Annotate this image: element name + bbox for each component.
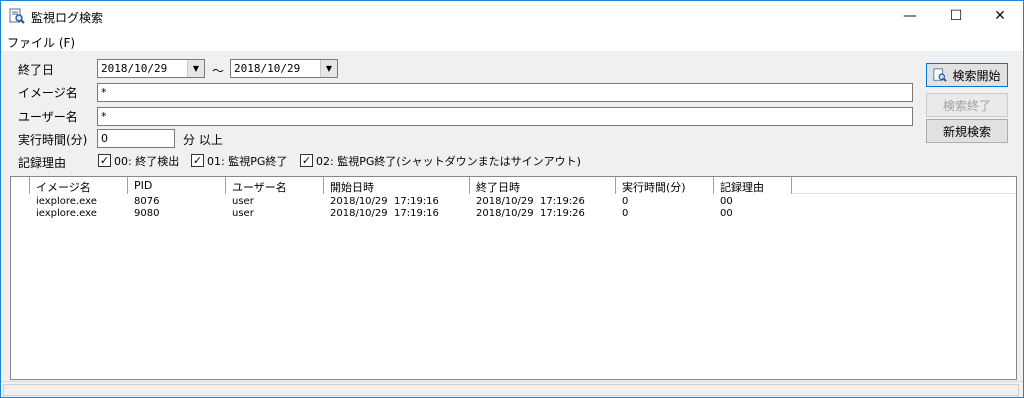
close-button[interactable]: ✕ (977, 1, 1023, 31)
column-header[interactable]: 終了日時 (470, 177, 616, 194)
end-date-from-picker[interactable]: 2018/10/29 ▼ (97, 59, 205, 78)
search-end-label: 検索終了 (942, 98, 991, 113)
menu-file[interactable]: ファイル (F) (7, 34, 75, 51)
reason-01-checkbox[interactable]: ✓ (191, 154, 204, 167)
end-date-label: 終了日 (18, 63, 55, 77)
results-table[interactable]: イメージ名 PID ユーザー名 開始日時 終了日時 実行時間(分) 記録理由 i… (10, 176, 1017, 380)
search-document-icon (933, 68, 948, 82)
chevron-down-icon[interactable]: ▼ (320, 60, 337, 77)
cell-user: user (232, 208, 254, 219)
reason-02-label: 02: 監視PG終了(シャットダウンまたはサインアウト) (316, 155, 581, 168)
user-name-input[interactable]: * (97, 107, 913, 126)
exec-time-suffix: 分 以上 (183, 133, 223, 147)
maximize-button[interactable]: ☐ (933, 1, 979, 31)
table-row[interactable]: iexplore.exe 9080 user 2018/10/29 17:19:… (11, 208, 1016, 220)
reason-01-label: 01: 監視PG終了 (207, 155, 288, 168)
table-header: イメージ名 PID ユーザー名 開始日時 終了日時 実行時間(分) 記録理由 (11, 177, 1016, 194)
cell-image-name: iexplore.exe (36, 208, 97, 219)
new-search-label: 新規検索 (942, 124, 991, 139)
column-header[interactable]: 実行時間(分) (616, 177, 714, 194)
menu-bar: ファイル (F) (1, 31, 1023, 51)
reason-label: 記録理由 (18, 156, 67, 170)
column-header[interactable]: 開始日時 (324, 177, 470, 194)
cell-exec-time: 0 (622, 208, 629, 219)
search-end-button[interactable]: 検索終了 (926, 93, 1008, 117)
minimize-button[interactable]: — (887, 1, 933, 31)
column-header[interactable]: PID (128, 177, 226, 194)
main-window: 監視ログ検索 — ☐ ✕ ファイル (F) 終了日 2018/10/29 ▼ ～… (0, 0, 1024, 398)
cell-pid: 9080 (134, 208, 160, 219)
cell-reason: 00 (720, 208, 733, 219)
end-date-to-picker[interactable]: 2018/10/29 ▼ (230, 59, 338, 78)
search-form: 終了日 2018/10/29 ▼ ～ 2018/10/29 ▼ イメージ名 * … (1, 51, 1023, 175)
title-bar[interactable]: 監視ログ検索 — ☐ ✕ (1, 1, 1023, 31)
table-row[interactable]: iexplore.exe 8076 user 2018/10/29 17:19:… (11, 196, 1016, 208)
reason-00-checkbox[interactable]: ✓ (98, 154, 111, 167)
new-search-button[interactable]: 新規検索 (926, 119, 1008, 143)
user-name-value: * (101, 110, 107, 123)
reason-00-label: 00: 終了検出 (114, 155, 180, 168)
cell-exec-time: 0 (622, 196, 629, 207)
image-name-value: * (101, 86, 107, 99)
exec-time-value: 0 (101, 132, 108, 145)
column-header[interactable]: 記録理由 (714, 177, 792, 194)
end-date-to-value: 2018/10/29 (234, 62, 301, 75)
chevron-down-icon[interactable]: ▼ (187, 60, 204, 77)
cell-user: user (232, 196, 254, 207)
reason-02-checkbox[interactable]: ✓ (300, 154, 313, 167)
cell-pid: 8076 (134, 196, 160, 207)
user-name-label: ユーザー名 (18, 110, 78, 124)
search-start-button[interactable]: 検索開始 (926, 63, 1008, 87)
status-pane (3, 384, 1019, 396)
header-spacer (11, 177, 30, 194)
status-bar (1, 381, 1023, 397)
cell-end: 2018/10/29 17:19:26 (476, 208, 585, 219)
date-range-separator: ～ (212, 64, 225, 78)
cell-end: 2018/10/29 17:19:26 (476, 196, 585, 207)
exec-time-label: 実行時間(分) (18, 133, 88, 147)
image-name-label: イメージ名 (18, 86, 78, 100)
cell-reason: 00 (720, 196, 733, 207)
search-start-label: 検索開始 (952, 68, 1001, 83)
cell-start: 2018/10/29 17:19:16 (330, 196, 439, 207)
exec-time-input[interactable]: 0 (97, 129, 175, 148)
search-document-icon (9, 8, 25, 24)
cell-start: 2018/10/29 17:19:16 (330, 208, 439, 219)
column-header[interactable]: ユーザー名 (226, 177, 324, 194)
end-date-from-value: 2018/10/29 (101, 62, 168, 75)
column-header[interactable]: イメージ名 (30, 177, 128, 194)
window-title: 監視ログ検索 (31, 11, 104, 25)
image-name-input[interactable]: * (97, 83, 913, 102)
cell-image-name: iexplore.exe (36, 196, 97, 207)
